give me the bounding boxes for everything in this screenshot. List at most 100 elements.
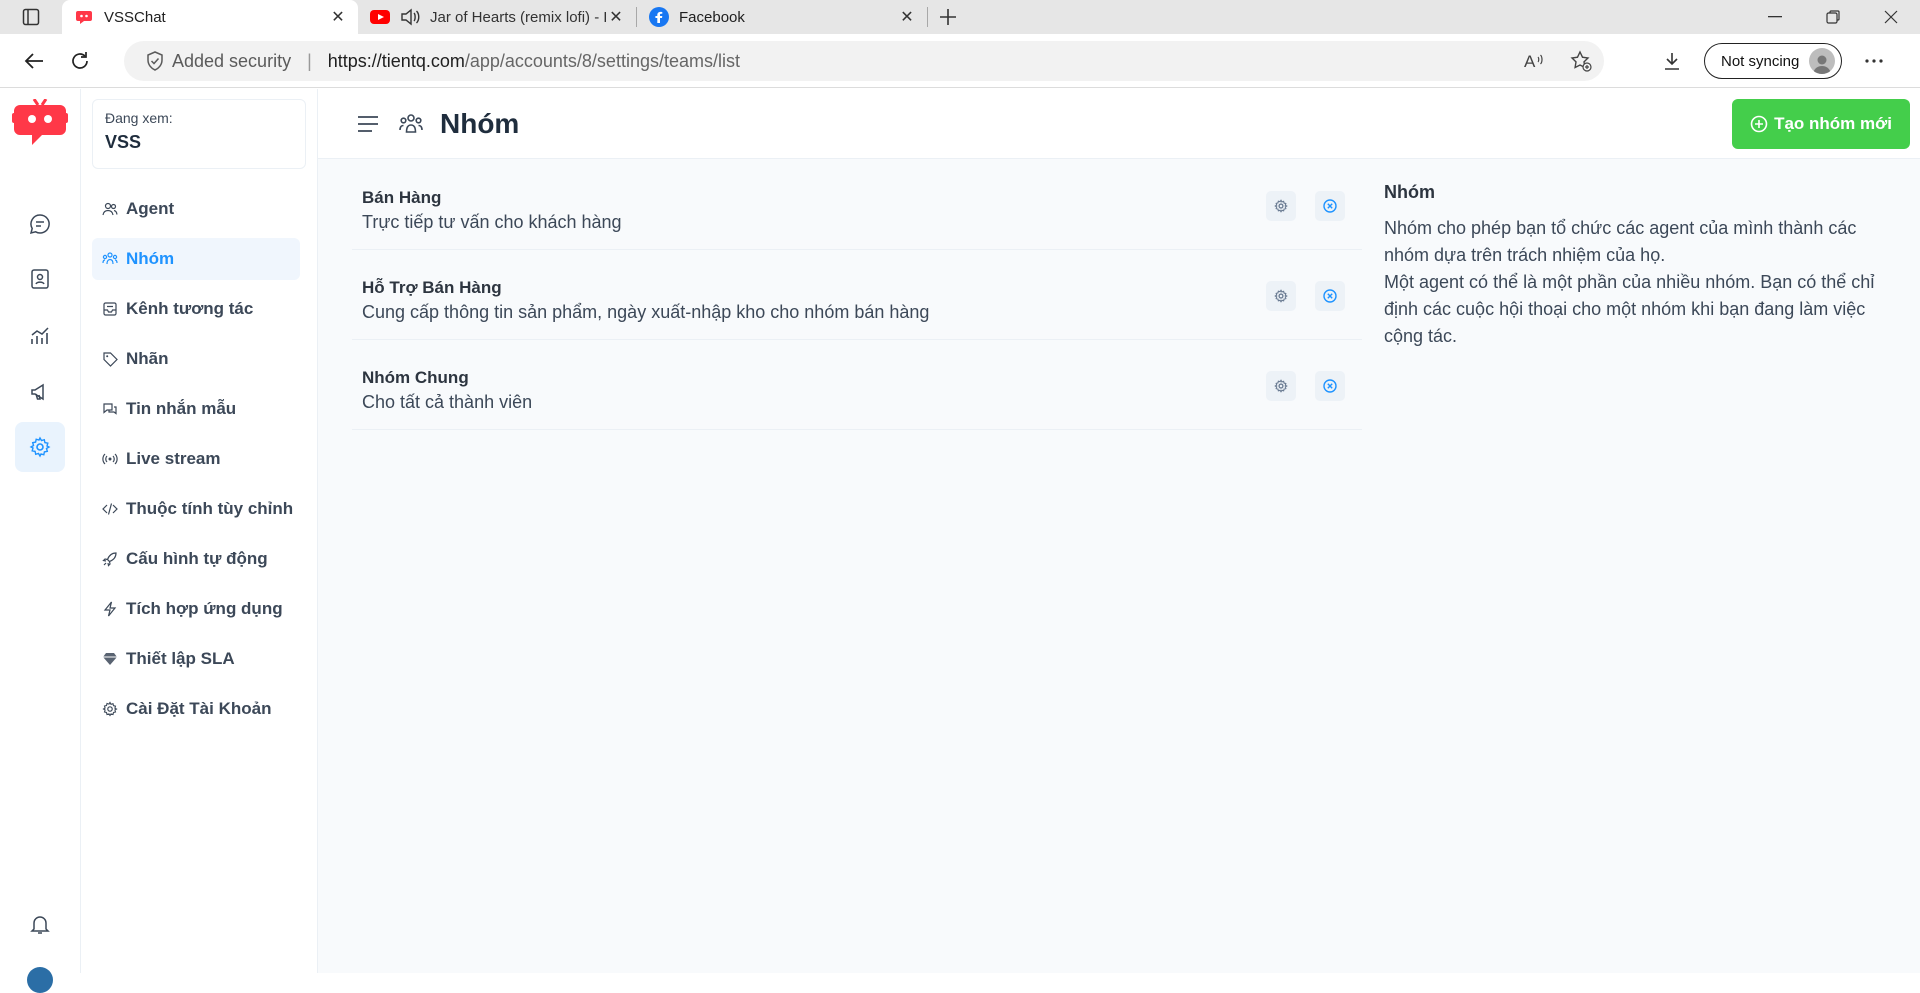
url-field[interactable]: Added security | https://tientq.com/app/… bbox=[124, 41, 1604, 81]
create-team-button[interactable]: Tạo nhóm mới bbox=[1732, 99, 1910, 149]
sidebar-item-nhom[interactable]: Nhóm bbox=[92, 238, 300, 280]
restore-button[interactable] bbox=[1804, 0, 1862, 34]
help-title: Nhóm bbox=[1384, 182, 1435, 202]
sidebar-item-nhan[interactable]: Nhãn bbox=[92, 338, 300, 380]
facebook-favicon-icon bbox=[649, 7, 669, 27]
sidebar-item-thuoc-tinh-tuy-chinh[interactable]: Thuộc tính tùy chỉnh bbox=[92, 488, 300, 530]
sidebar-item-tin-nhan-mau[interactable]: Tin nhắn mẫu bbox=[92, 388, 300, 430]
conversations-nav-icon[interactable] bbox=[15, 199, 65, 249]
svg-text:A: A bbox=[1524, 52, 1536, 70]
browser-tab-bar: VSSChat ✕ Jar of Hearts (remix lofi) - F… bbox=[0, 0, 1920, 34]
sidebar-item-thiet-lap-sla[interactable]: Thiết lập SLA bbox=[92, 638, 300, 680]
profile-sync-button[interactable]: Not syncing bbox=[1704, 43, 1843, 79]
close-tab-icon[interactable]: ✕ bbox=[606, 7, 626, 27]
menu-toggle-button[interactable] bbox=[350, 106, 386, 142]
campaigns-nav-icon[interactable] bbox=[15, 367, 65, 417]
primary-sidebar bbox=[0, 89, 81, 993]
table-row: Hỗ Trợ Bán Hàng Cung cấp thông tin sản p… bbox=[352, 250, 1362, 340]
more-options-button[interactable] bbox=[1852, 41, 1896, 81]
shield-check-icon bbox=[147, 51, 163, 71]
gear-icon bbox=[1274, 379, 1288, 393]
vsschat-favicon-icon bbox=[74, 7, 94, 27]
speaker-icon[interactable] bbox=[400, 7, 420, 27]
hamburger-icon bbox=[358, 115, 378, 132]
tab-title: Jar of Hearts (remix lofi) - Fa bbox=[430, 8, 606, 26]
account-switcher[interactable]: Đang xem: VSS bbox=[92, 99, 306, 169]
refresh-icon bbox=[72, 51, 88, 69]
app-root: Đang xem: VSS Agent Nhóm Kênh tương tác … bbox=[0, 89, 1920, 993]
gear-icon bbox=[102, 701, 118, 717]
sidebar-item-agent[interactable]: Agent bbox=[92, 188, 300, 230]
people-icon bbox=[102, 201, 118, 217]
browser-tab-facebook[interactable]: Facebook ✕ bbox=[637, 0, 927, 34]
browser-tab-vsschat[interactable]: VSSChat ✕ bbox=[62, 0, 358, 34]
close-window-button[interactable] bbox=[1862, 0, 1920, 34]
sidebar-item-live-stream[interactable]: Live stream bbox=[92, 438, 300, 480]
account-name: VSS bbox=[105, 132, 142, 152]
refresh-button[interactable] bbox=[58, 41, 102, 81]
tab-title: VSSChat bbox=[104, 8, 166, 26]
team-delete-button[interactable] bbox=[1315, 371, 1345, 401]
team-icon bbox=[396, 109, 426, 139]
minimize-button[interactable] bbox=[1746, 0, 1804, 34]
account-label: Đang xem: bbox=[105, 110, 173, 126]
contacts-nav-icon[interactable] bbox=[15, 254, 65, 304]
sidebar-item-cau-hinh-tu-dong[interactable]: Cấu hình tự động bbox=[92, 538, 300, 580]
tab-title: Facebook bbox=[679, 8, 745, 26]
table-row: Bán Hàng Trực tiếp tư vấn cho khách hàng bbox=[352, 160, 1362, 250]
rocket-icon bbox=[102, 551, 118, 567]
back-button[interactable] bbox=[12, 41, 56, 81]
sidebar-item-tich-hop-ung-dung[interactable]: Tích hợp ứng dụng bbox=[92, 588, 300, 630]
table-row: Nhóm Chung Cho tất cả thành viên bbox=[352, 340, 1362, 430]
back-arrow-icon bbox=[24, 52, 43, 69]
profile-avatar-icon bbox=[1809, 48, 1836, 74]
page-title: Nhóm bbox=[440, 107, 520, 139]
browser-toolbar: Not syncing bbox=[1650, 41, 1896, 81]
tab-actions-button[interactable] bbox=[0, 0, 62, 34]
add-circle-icon bbox=[1750, 115, 1768, 133]
security-indicator[interactable]: Added security bbox=[146, 51, 291, 72]
url-text: https://tientq.com/app/accounts/8/settin… bbox=[327, 50, 740, 71]
code-icon bbox=[102, 501, 118, 517]
team-delete-button[interactable] bbox=[1315, 191, 1345, 221]
close-tab-icon[interactable]: ✕ bbox=[897, 7, 917, 27]
help-panel: Nhóm Nhóm cho phép bạn tổ chức các agent… bbox=[1384, 182, 1904, 350]
sync-label: Not syncing bbox=[1721, 52, 1800, 70]
team-settings-button[interactable] bbox=[1266, 371, 1296, 401]
read-aloud-icon[interactable]: A bbox=[1512, 52, 1558, 70]
ellipsis-icon bbox=[1865, 59, 1883, 63]
team-delete-button[interactable] bbox=[1315, 281, 1345, 311]
browser-tab-youtube[interactable]: Jar of Hearts (remix lofi) - Fa ✕ bbox=[358, 0, 636, 34]
team-list: Bán Hàng Trực tiếp tư vấn cho khách hàng… bbox=[352, 160, 1362, 430]
team-settings-button[interactable] bbox=[1266, 191, 1296, 221]
add-favorite-icon[interactable] bbox=[1558, 50, 1604, 72]
new-tab-button[interactable] bbox=[928, 0, 968, 34]
notifications-bell-icon[interactable] bbox=[15, 899, 65, 949]
address-bar: Added security | https://tientq.com/app/… bbox=[0, 34, 1920, 88]
team-description: Cho tất cả thành viên bbox=[362, 392, 533, 412]
sidebar-item-cai-dat-tai-khoan[interactable]: Cài Đặt Tài Khoản bbox=[92, 688, 300, 730]
close-circle-icon bbox=[1323, 379, 1337, 393]
help-text-1: Nhóm cho phép bạn tổ chức các agent của … bbox=[1384, 218, 1857, 265]
window-controls bbox=[1746, 0, 1920, 34]
user-avatar[interactable] bbox=[27, 967, 53, 993]
team-settings-button[interactable] bbox=[1266, 281, 1296, 311]
settings-nav-icon[interactable] bbox=[15, 422, 65, 472]
tab-actions-icon bbox=[22, 8, 40, 26]
team-name: Hỗ Trợ Bán Hàng bbox=[362, 278, 502, 297]
team-icon bbox=[102, 251, 118, 267]
sidebar-item-kenh-tuong-tac[interactable]: Kênh tương tác bbox=[92, 288, 300, 330]
inbox-icon bbox=[102, 301, 118, 317]
settings-menu: Agent Nhóm Kênh tương tác Nhãn Tin nhắn … bbox=[92, 188, 300, 738]
security-label: Added security bbox=[172, 50, 292, 71]
gear-icon bbox=[1274, 289, 1288, 303]
reports-nav-icon[interactable] bbox=[15, 311, 65, 361]
tag-icon bbox=[102, 351, 118, 367]
settings-sidebar: Đang xem: VSS Agent Nhóm Kênh tương tác … bbox=[82, 89, 318, 973]
close-tab-icon[interactable]: ✕ bbox=[328, 7, 348, 27]
downloads-button[interactable] bbox=[1650, 41, 1694, 81]
vsschat-logo-icon[interactable] bbox=[12, 99, 68, 147]
broadcast-icon bbox=[102, 451, 118, 467]
main-content: Nhóm Tạo nhóm mới Bán Hàng Trực tiếp tư … bbox=[318, 89, 1920, 973]
team-name: Nhóm Chung bbox=[362, 368, 469, 387]
